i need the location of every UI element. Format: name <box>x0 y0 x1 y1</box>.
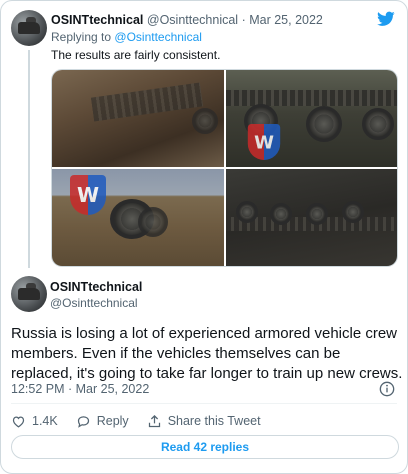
display-name[interactable]: OSINTtechnical <box>50 280 142 294</box>
photo-1-debris <box>90 82 204 122</box>
info-icon[interactable] <box>379 381 395 397</box>
photo-2-track <box>226 90 397 106</box>
media-grid[interactable] <box>51 69 398 267</box>
reply-button[interactable]: Reply <box>76 414 129 429</box>
tweet-text: Russia is losing a lot of experienced ar… <box>11 325 403 382</box>
photo-2[interactable] <box>226 70 397 167</box>
photo-3-track-wheel <box>138 207 168 237</box>
avatar[interactable] <box>11 276 47 312</box>
reply-label: Reply <box>96 414 129 428</box>
photo-4-road-wheel <box>306 203 328 225</box>
photo-1[interactable] <box>52 70 224 167</box>
tweet-date[interactable]: Mar 25, 2022 <box>249 13 323 27</box>
handle[interactable]: @Osinttechnical <box>147 13 238 27</box>
thread-connector-line <box>28 50 30 268</box>
display-name[interactable]: OSINTtechnical <box>51 13 143 27</box>
photo-4[interactable] <box>226 169 397 266</box>
tweet-actions: 1.4K Reply Share this Tweet <box>11 411 279 431</box>
parent-tweet-text: The results are fairly consistent. <box>51 48 221 62</box>
photo-4-road-wheel <box>236 201 258 223</box>
parent-tweet-header: OSINTtechnical @Osinttechnical · Mar 25,… <box>51 13 323 27</box>
heart-icon <box>12 415 25 428</box>
photo-2-road-wheel <box>362 108 394 140</box>
tweet-timestamp[interactable]: 12:52 PM · Mar 25, 2022 <box>11 382 149 396</box>
handle[interactable]: @Osinttechnical <box>50 296 138 310</box>
replying-to-prefix: Replying to <box>51 30 112 44</box>
replying-to-mention[interactable]: @Osinttechnical <box>114 30 202 44</box>
photo-4-road-wheel <box>342 201 364 223</box>
embedded-tweet-card: OSINTtechnical @Osinttechnical · Mar 25,… <box>0 0 408 474</box>
divider <box>11 403 397 404</box>
read-replies-button[interactable]: Read 42 replies <box>11 435 399 459</box>
photo-3-watermark-logo <box>70 175 106 215</box>
speech-bubble-icon <box>77 415 89 428</box>
share-arrow-icon <box>148 414 160 427</box>
like-count: 1.4K <box>32 414 58 428</box>
avatar[interactable] <box>11 10 47 46</box>
like-button[interactable]: 1.4K <box>11 414 58 429</box>
photo-2-road-wheel <box>306 106 342 142</box>
photo-4-road-wheel <box>270 203 292 225</box>
share-label: Share this Tweet <box>167 414 261 428</box>
share-button[interactable]: Share this Tweet <box>147 414 261 429</box>
photo-3[interactable] <box>52 169 224 266</box>
replying-to: Replying to @Osinttechnical <box>51 30 202 44</box>
photo-1-wheel <box>192 108 218 134</box>
photo-2-watermark-logo <box>247 124 281 160</box>
twitter-bird-icon[interactable] <box>377 11 395 27</box>
separator: · <box>241 13 246 27</box>
